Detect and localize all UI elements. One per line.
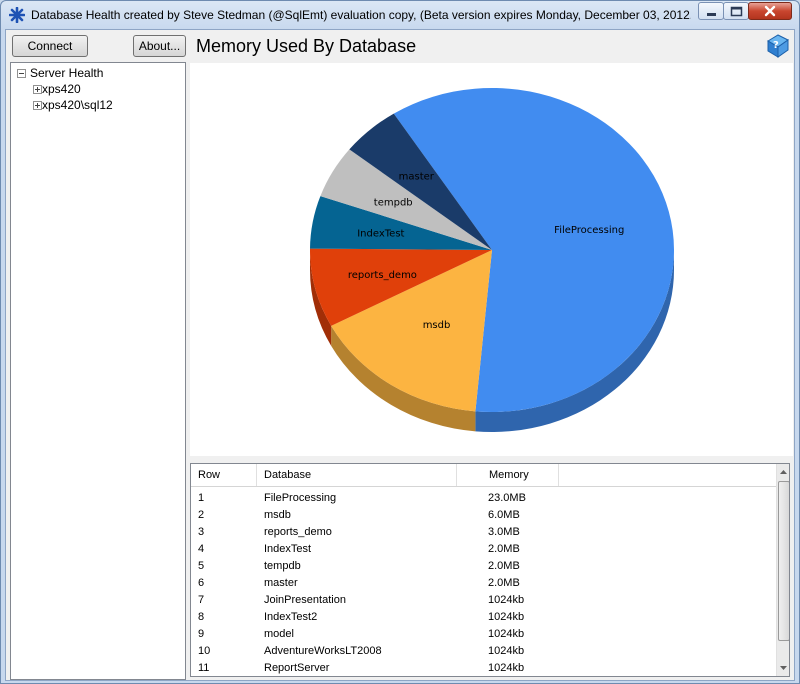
row-number-cell: 7 [198,594,205,606]
row-number-cell: 5 [198,560,205,572]
table-row[interactable]: 5 tempdb 2.0MB [191,558,776,575]
maximize-button[interactable] [723,2,749,20]
table-row[interactable]: 6 master 2.0MB [191,575,776,592]
row-number-cell: 6 [198,577,205,589]
table-row[interactable]: 11 ReportServer 1024kb [191,660,776,676]
database-cell: FileProcessing [264,492,337,504]
expand-icon[interactable] [33,85,42,94]
memory-cell: 1024kb [488,628,525,640]
table-row[interactable]: 8 IndexTest2 1024kb [191,609,776,626]
grid-scrollbar[interactable] [776,464,790,676]
memory-cell: 2.0MB [488,543,520,555]
close-button[interactable] [748,2,792,20]
database-cell: tempdb [264,560,301,572]
memory-cell: 2.0MB [488,577,520,589]
memory-cell: 6.0MB [488,509,520,521]
table-row[interactable]: 9 model 1024kb [191,626,776,643]
memory-pie-chart: FileProcessing msdb reports_demo IndexTest t… [310,87,675,433]
about-button[interactable]: About... [133,35,186,57]
database-cell: master [264,577,298,589]
table-row[interactable]: 3 reports_demo 3.0MB [191,524,776,541]
row-number-cell: 3 [198,526,205,538]
collapse-icon[interactable] [17,69,26,78]
row-number-cell: 10 [198,645,211,657]
scroll-thumb[interactable] [778,481,789,641]
table-row[interactable]: 2 msdb 6.0MB [191,507,776,524]
pie-label-master: master [399,172,435,183]
row-number-cell: 2 [198,509,205,521]
table-row[interactable]: 7 JoinPresentation 1024kb [191,592,776,609]
scroll-up-icon[interactable] [777,464,790,481]
maximize-icon [730,6,743,17]
database-cell: AdventureWorksLT2008 [264,645,382,657]
database-cell: msdb [264,509,291,521]
client-area: Connect About... Server Health xps420 xp… [5,29,795,681]
table-row[interactable]: 1 FileProcessing 23.0MB [191,490,776,507]
column-header-memory[interactable]: Memory [457,464,559,486]
app-window: Database Health created by Steve Stedman… [0,0,800,684]
memory-cell: 2.0MB [488,560,520,572]
row-number-cell: 11 [198,662,210,674]
help-book-icon[interactable]: ? [764,33,790,59]
row-number-cell: 1 [198,492,205,504]
table-row[interactable]: 10 AdventureWorksLT2008 1024kb [191,643,776,660]
memory-cell: 23.0MB [488,492,526,504]
chart-area: FileProcessing msdb reports_demo IndexTest t… [190,63,793,456]
column-header-row[interactable]: Row [191,464,257,486]
database-cell: IndexTest2 [264,611,318,623]
memory-cell: 1024kb [488,645,525,657]
pie-label-tempdb: tempdb [374,197,413,208]
tree-node-label: xps420 [42,82,81,96]
svg-text:?: ? [773,40,779,51]
page-title: Memory Used By Database [196,36,417,56]
minimize-icon [707,13,716,16]
scroll-down-icon[interactable] [777,659,790,676]
tree-node-label: Server Health [30,66,104,80]
database-cell: model [264,628,294,640]
database-cell: reports_demo [264,526,332,538]
memory-cell: 1024kb [488,611,525,623]
tree-node-label: xps420\sql12 [42,98,113,112]
row-number-cell: 4 [198,543,205,555]
expand-icon[interactable] [33,101,42,110]
window-title: Database Health created by Steve Stedman… [31,8,691,22]
database-cell: IndexTest [264,543,312,555]
title-bar[interactable]: Database Health created by Steve Stedman… [1,1,799,29]
memory-grid[interactable]: Row Database Memory 1 FileProcessing 23.0M… [190,463,790,677]
memory-cell: 1024kb [488,594,525,606]
row-number-cell: 8 [198,611,205,623]
pie-label-fileprocessing: FileProcessing [554,225,624,236]
close-icon [764,5,776,17]
database-cell: JoinPresentation [264,594,346,606]
minimize-button[interactable] [698,2,724,20]
pie-label-indextest: IndexTest [357,229,404,240]
grid-header: Row Database Memory [191,464,776,487]
pie-label-reports-demo: reports_demo [348,270,417,281]
row-number-cell: 9 [198,628,205,640]
pie-label-msdb: msdb [423,320,451,331]
column-header-database[interactable]: Database [257,464,457,486]
table-row[interactable]: 4 IndexTest 2.0MB [191,541,776,558]
server-tree[interactable]: Server Health xps420 xps420\sql12 [10,62,186,680]
memory-cell: 3.0MB [488,526,520,538]
connect-button[interactable]: Connect [12,35,88,57]
app-icon [9,7,25,23]
memory-cell: 1024kb [488,662,525,674]
database-cell: ReportServer [264,662,330,674]
